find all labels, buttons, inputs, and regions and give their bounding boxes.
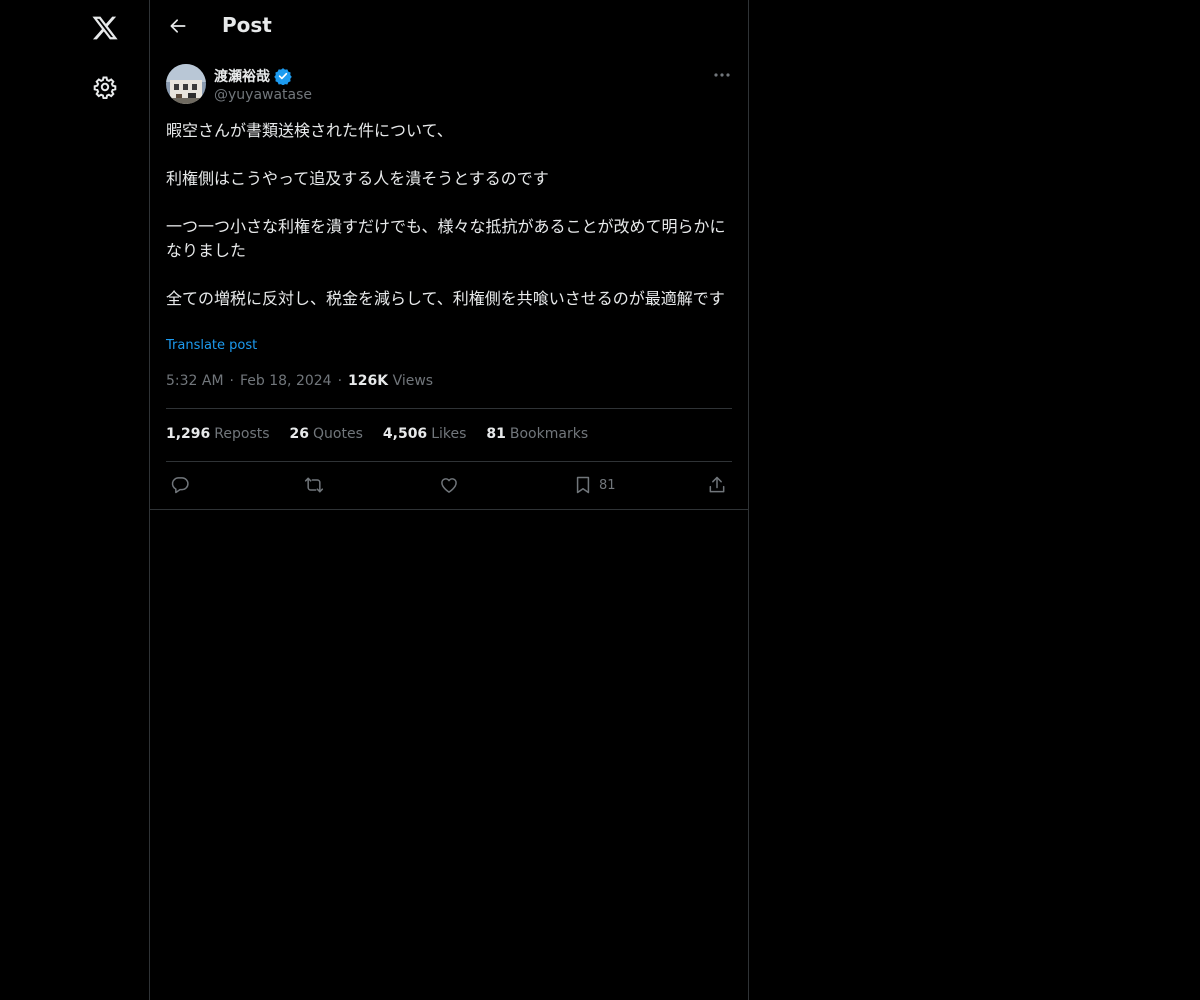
quotes-stat[interactable]: 26 Quotes [290, 426, 363, 442]
action-bar: 81 [166, 472, 732, 498]
repost-icon [304, 477, 324, 493]
author-name[interactable]: 渡瀬裕哉 [214, 66, 292, 86]
post-date[interactable]: Feb 18, 2024 [240, 373, 332, 389]
reposts-count: 1,296 [166, 426, 211, 442]
verified-badge-icon[interactable] [274, 67, 292, 85]
repost-button[interactable] [303, 472, 325, 498]
post-meta: 5:32 AM · Feb 18, 2024 · 126K Views [166, 373, 433, 389]
views[interactable]: 126K Views [348, 373, 433, 389]
share-button[interactable] [707, 472, 727, 498]
likes-label: Likes [431, 426, 467, 442]
gear-icon[interactable] [82, 64, 128, 110]
x-logo-icon[interactable] [82, 5, 128, 51]
reposts-label: Reposts [214, 426, 270, 442]
translate-post-link[interactable]: Translate post [166, 338, 257, 353]
views-label: Views [392, 373, 434, 389]
bookmark-action-count: 81 [599, 477, 616, 493]
bookmarks-stat[interactable]: 81 Bookmarks [486, 426, 588, 442]
likes-count: 4,506 [382, 426, 428, 442]
heart-icon [441, 478, 457, 493]
separator-dot: · [337, 373, 343, 389]
main-column: Post 渡瀬裕哉 @yuyawatase 暇空さんが書類送検された件について、… [149, 0, 749, 1000]
author-name-text: 渡瀬裕哉 [214, 69, 270, 85]
likes-stat[interactable]: 4,506 Likes [383, 426, 467, 442]
post-header: Post [150, 0, 748, 53]
divider [166, 408, 732, 409]
post-time[interactable]: 5:32 AM [166, 373, 224, 389]
avatar[interactable] [166, 64, 206, 104]
more-options-icon[interactable] [707, 62, 737, 88]
quotes-count: 26 [289, 426, 310, 442]
engagement-stats: 1,296 Reposts 26 Quotes 4,506 Likes 81 B… [166, 426, 588, 442]
reply-icon [171, 477, 189, 494]
bookmarks-label: Bookmarks [509, 426, 589, 442]
views-count: 126K [348, 373, 389, 389]
author-handle[interactable]: @yuyawatase [214, 87, 312, 103]
page-title: Post [222, 13, 272, 37]
bookmark-icon [576, 476, 590, 494]
bookmark-button[interactable]: 81 [573, 472, 616, 498]
post-text: 暇空さんが書類送検された件について、 利権側はこうやって追及する人を潰そうとする… [166, 121, 726, 308]
separator-dot: · [229, 373, 234, 389]
bookmarks-count: 81 [486, 426, 506, 442]
quotes-label: Quotes [313, 426, 363, 442]
share-icon [709, 476, 725, 493]
like-button[interactable] [439, 472, 459, 498]
back-arrow-icon[interactable] [160, 8, 196, 44]
left-nav [0, 0, 150, 1000]
reply-button[interactable] [170, 472, 190, 498]
reposts-stat[interactable]: 1,296 Reposts [166, 426, 270, 442]
divider [150, 509, 748, 510]
divider [166, 461, 732, 462]
